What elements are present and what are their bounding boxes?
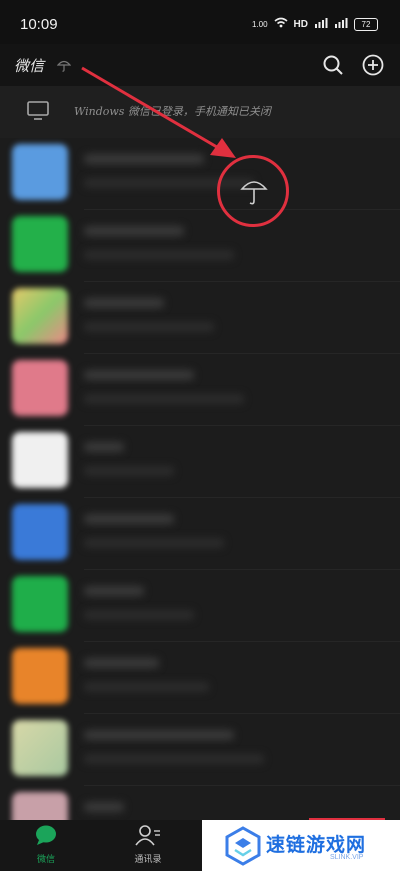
tab-contacts[interactable]: 通讯录 (118, 824, 178, 865)
tab-chats[interactable]: 微信 (16, 824, 76, 865)
watermark: 速链游戏网 SLINK.VIP (202, 820, 400, 871)
umbrella-icon (240, 175, 268, 211)
tab-label: 通讯录 (134, 855, 162, 865)
watermark-brand: 速链游戏网 (266, 834, 367, 856)
tab-label: 微信 (36, 855, 55, 865)
contacts-icon (135, 825, 160, 846)
brand-logo-icon (224, 826, 262, 870)
highlight-circle (217, 155, 289, 227)
chat-bubble-icon (36, 825, 56, 845)
watermark-domain: SLINK.VIP (330, 854, 364, 861)
annotation-arrow (81, 66, 236, 158)
